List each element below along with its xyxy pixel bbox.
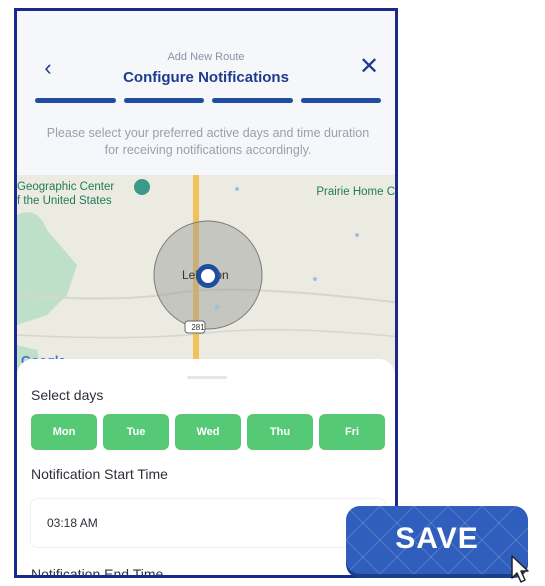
start-time-label: Notification Start Time [31, 466, 168, 482]
progress-step [212, 98, 293, 103]
route-badge: 281 [191, 323, 205, 332]
bottom-sheet: Select days Mon Tue Wed Thu Fri Notifica… [17, 359, 395, 578]
instructions-text: Please select your preferred active days… [46, 126, 370, 157]
map-place-label: Prairie Home C [316, 186, 395, 198]
save-button[interactable]: SAVE [346, 506, 528, 574]
select-days-label: Select days [31, 387, 104, 403]
progress-step [123, 98, 204, 103]
step-progress [35, 98, 381, 103]
map-place-label-line2: f the United States [17, 195, 112, 207]
page-subtitle: Add New Route [167, 51, 245, 63]
progress-step [300, 98, 381, 103]
save-button-label: SAVE [395, 522, 479, 555]
location-pin-icon[interactable] [196, 264, 220, 288]
day-button-tue[interactable]: Tue [103, 414, 169, 450]
progress-step [35, 98, 116, 103]
map-view[interactable]: Geographic Center f the United States Pr… [17, 175, 395, 385]
day-selector: Mon Tue Wed Thu Fri [31, 414, 385, 450]
phone-screen: ‹ Add New Route Configure Notifications … [14, 8, 398, 578]
start-time-field[interactable]: 03:18 AM [31, 499, 385, 547]
start-time-value: 03:18 AM [47, 516, 98, 530]
day-button-wed[interactable]: Wed [175, 414, 241, 450]
header: ‹ Add New Route Configure Notifications … [17, 11, 395, 171]
map-place-label-line1: Geographic Center [17, 181, 115, 193]
day-button-thu[interactable]: Thu [247, 414, 313, 450]
pointer-cursor-icon [511, 555, 529, 583]
end-time-label: Notification End Time [31, 566, 164, 578]
close-icon[interactable]: ✕ [357, 55, 381, 79]
map-place-label: Geographic Center f the United States [17, 180, 114, 208]
day-button-fri[interactable]: Fri [319, 414, 385, 450]
page-title: Configure Notifications [123, 69, 289, 86]
sheet-drag-handle[interactable] [187, 376, 227, 379]
day-button-mon[interactable]: Mon [31, 414, 97, 450]
